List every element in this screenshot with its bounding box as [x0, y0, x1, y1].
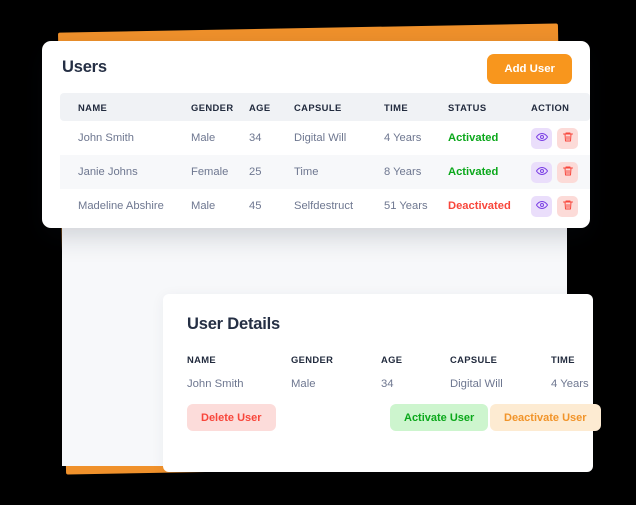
status-badge: Activated: [448, 155, 531, 189]
users-table: NAME GENDER AGE CAPSULE TIME STATUS ACTI…: [60, 93, 590, 223]
cell-time: 8 Years: [384, 155, 448, 189]
detail-label-name: NAME: [187, 354, 217, 365]
detail-label-gender: GENDER: [291, 354, 334, 365]
eye-icon: [535, 165, 548, 180]
detail-label-time: TIME: [551, 354, 575, 365]
trash-icon: [562, 199, 574, 214]
page-title: Users: [62, 58, 107, 76]
detail-label-age: AGE: [381, 354, 403, 365]
detail-label-capsule: CAPSULE: [450, 354, 498, 365]
table-body: John Smith Male 34 Digital Will 4 Years …: [60, 121, 590, 223]
user-details-card: User Details NAME John Smith GENDER Male…: [163, 294, 601, 472]
add-user-button[interactable]: Add User: [487, 54, 572, 84]
activate-user-button[interactable]: Activate User: [390, 404, 489, 431]
cell-gender: Male: [191, 132, 216, 144]
column-header-age: AGE: [249, 93, 294, 121]
cell-gender: Female: [191, 155, 249, 189]
detail-value-name: John Smith: [187, 378, 244, 390]
cell-capsule: Selfdestruct: [294, 200, 354, 212]
cell-age: 34: [249, 132, 262, 144]
user-details-title: User Details: [187, 315, 280, 333]
cell-age: 25: [249, 155, 294, 189]
detail-value-capsule: Digital Will: [450, 378, 503, 390]
cell-age: 45: [249, 200, 262, 212]
column-header-status: STATUS: [448, 93, 531, 121]
cell-action: [531, 121, 590, 155]
cell-capsule: Time: [294, 155, 384, 189]
column-header-time: TIME: [384, 93, 448, 121]
view-user-button[interactable]: [531, 195, 552, 217]
column-header-gender: GENDER: [191, 93, 249, 121]
cell-time: 51 Years: [384, 200, 428, 212]
column-header-name: NAME: [60, 93, 191, 121]
view-user-button[interactable]: [531, 127, 552, 149]
cell-gender: Male: [191, 200, 216, 212]
detail-field-name: NAME John Smith: [187, 354, 244, 390]
eye-icon: [535, 199, 548, 214]
status-text: Activated: [448, 132, 499, 144]
cell-name: Madeline Abshire: [78, 200, 164, 212]
delete-user-row-button[interactable]: [557, 161, 578, 183]
status-text: Activated: [448, 166, 499, 178]
column-header-action: ACTION: [531, 93, 590, 121]
table-header-row: NAME GENDER AGE CAPSULE TIME STATUS ACTI…: [60, 93, 590, 121]
eye-icon: [535, 131, 548, 146]
detail-value-age: 34: [381, 378, 394, 390]
detail-field-age: AGE 34: [381, 354, 402, 390]
cell-time: 4 Years: [384, 132, 422, 144]
detail-field-time: TIME 4 Years: [551, 354, 589, 390]
delete-user-button[interactable]: Delete User: [187, 404, 276, 431]
table-row[interactable]: Janie Johns Female 25 Time 8 Years Activ…: [60, 155, 590, 189]
trash-icon: [562, 131, 574, 146]
cell-action: [531, 155, 590, 189]
cell-action: [531, 189, 590, 223]
deactivate-user-button[interactable]: Deactivate User: [490, 404, 601, 431]
status-text: Deactivated: [448, 200, 511, 212]
table-header: NAME GENDER AGE CAPSULE TIME STATUS ACTI…: [60, 93, 590, 121]
column-header-capsule: CAPSULE: [294, 93, 384, 121]
delete-user-row-button[interactable]: [557, 195, 578, 217]
detail-field-gender: GENDER Male: [291, 354, 333, 390]
cell-name: Janie Johns: [60, 155, 191, 189]
status-badge: Deactivated: [448, 189, 531, 223]
status-badge: Activated: [448, 121, 531, 155]
detail-value-time: 4 Years: [551, 378, 589, 390]
cell-name: John Smith: [78, 132, 134, 144]
table-row[interactable]: Madeline Abshire Male 45 Selfdestruct 51…: [60, 189, 590, 223]
trash-icon: [562, 165, 574, 180]
table-row[interactable]: John Smith Male 34 Digital Will 4 Years …: [60, 121, 590, 155]
users-card: Users Add User NAME GENDER AGE CAPSULE T…: [42, 41, 590, 228]
delete-user-row-button[interactable]: [557, 127, 578, 149]
cell-capsule: Digital Will: [294, 132, 347, 144]
detail-field-capsule: CAPSULE Digital Will: [450, 354, 503, 390]
detail-value-gender: Male: [291, 378, 316, 390]
view-user-button[interactable]: [531, 161, 552, 183]
